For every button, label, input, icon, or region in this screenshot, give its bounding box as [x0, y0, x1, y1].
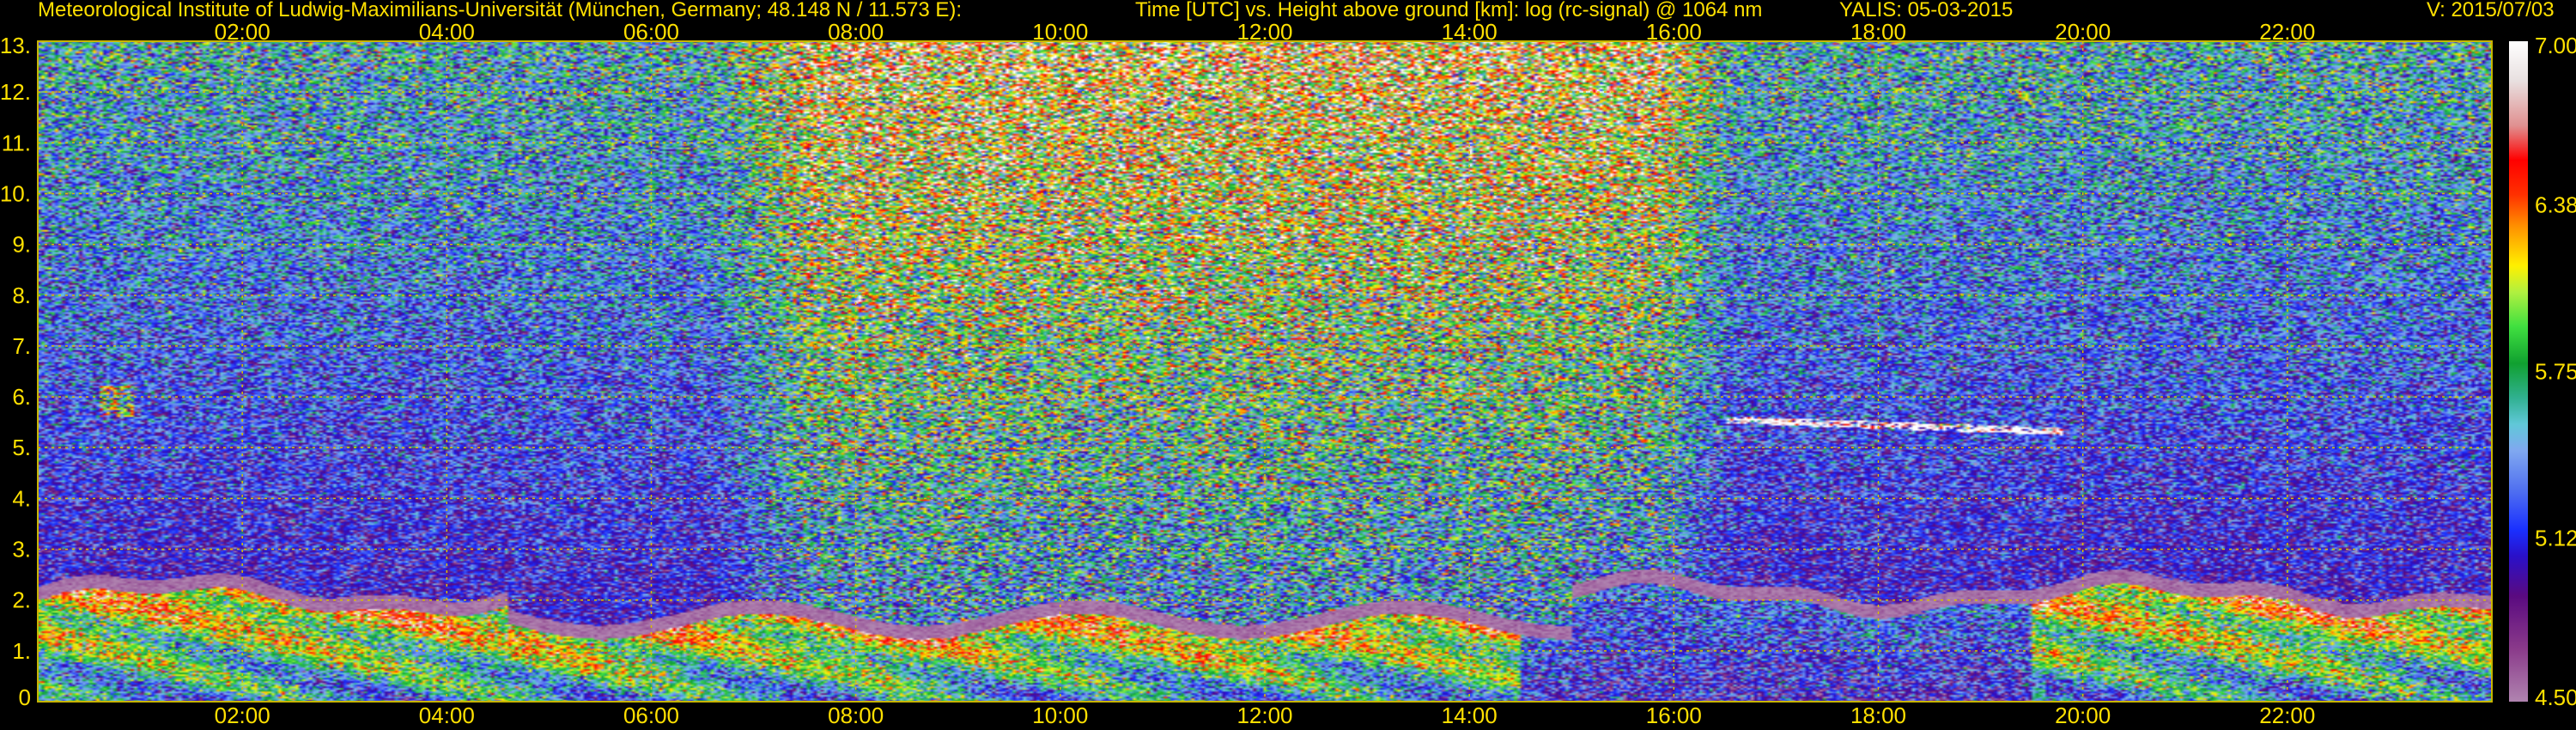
x-tick-label-bottom: 04:00	[419, 703, 475, 728]
page-title: Time [UTC] vs. Height above ground [km]:…	[1135, 0, 1763, 21]
x-tick-label-bottom: 02:00	[215, 703, 270, 728]
x-tick-label-top: 18:00	[1850, 19, 1906, 45]
y-tick-label: 5.	[12, 435, 31, 460]
x-tick-label-bottom: 10:00	[1032, 703, 1088, 728]
y-tick-label: 13.	[0, 33, 31, 58]
x-tick-label-top: 06:00	[623, 19, 679, 45]
colorbar-tick-label: 5.75	[2535, 359, 2576, 385]
x-tick-label-top: 22:00	[2259, 19, 2315, 45]
y-tick-label: 9.	[12, 232, 31, 258]
x-tick-label-bottom: 08:00	[828, 703, 884, 728]
y-tick-label: 12.	[0, 79, 31, 105]
y-tick-label: 8.	[12, 283, 31, 308]
x-tick-label-bottom: 12:00	[1236, 703, 1292, 728]
y-tick-label: 3.	[12, 537, 31, 563]
x-tick-label-top: 02:00	[215, 19, 270, 45]
y-tick-label: 10.	[0, 180, 31, 206]
y-tick-label: 7.	[12, 333, 31, 359]
y-tick-label: 11.	[2, 130, 31, 155]
x-tick-label-bottom: 22:00	[2259, 703, 2315, 728]
x-tick-label-bottom: 14:00	[1442, 703, 1498, 728]
colorbar	[2509, 41, 2528, 702]
x-tick-label-bottom: 16:00	[1646, 703, 1702, 728]
colorbar-tick-label: 5.12	[2535, 525, 2576, 551]
x-tick-label-bottom: 06:00	[623, 703, 679, 728]
y-tick-label: 2.	[12, 587, 31, 613]
x-tick-label-bottom: 20:00	[2055, 703, 2111, 728]
y-tick-label: 6.	[12, 384, 31, 410]
x-tick-label-top: 16:00	[1646, 19, 1702, 45]
institute-label: Meteorological Institute of Ludwig-Maxim…	[38, 0, 963, 21]
x-tick-label-top: 10:00	[1032, 19, 1088, 45]
x-tick-label-top: 12:00	[1236, 19, 1292, 45]
x-tick-label-top: 08:00	[828, 19, 884, 45]
y-tick-label: 4.	[12, 485, 31, 511]
colorbar-tick-label: 6.38	[2535, 192, 2576, 218]
version-label: V: 2015/07/03	[2427, 0, 2555, 21]
x-tick-label-bottom: 18:00	[1850, 703, 1906, 728]
colorbar-tick-label: 7.00	[2535, 33, 2576, 58]
y-tick-label: 0	[19, 684, 31, 710]
y-tick-label: 1.	[12, 638, 31, 664]
lidar-time-height-chart: 0 1. 2. 3. 4. 5. 6. 7. 8. 9. 10. 11. 12. 13. 02:00 04:…	[0, 0, 2576, 730]
instrument-date-label: YALIS: 05-03-2015	[1839, 0, 2014, 21]
x-tick-label-top: 14:00	[1442, 19, 1498, 45]
x-tick-label-top: 04:00	[419, 19, 475, 45]
colorbar-tick-label: 4.50	[2535, 684, 2576, 710]
x-tick-label-top: 20:00	[2055, 19, 2111, 45]
